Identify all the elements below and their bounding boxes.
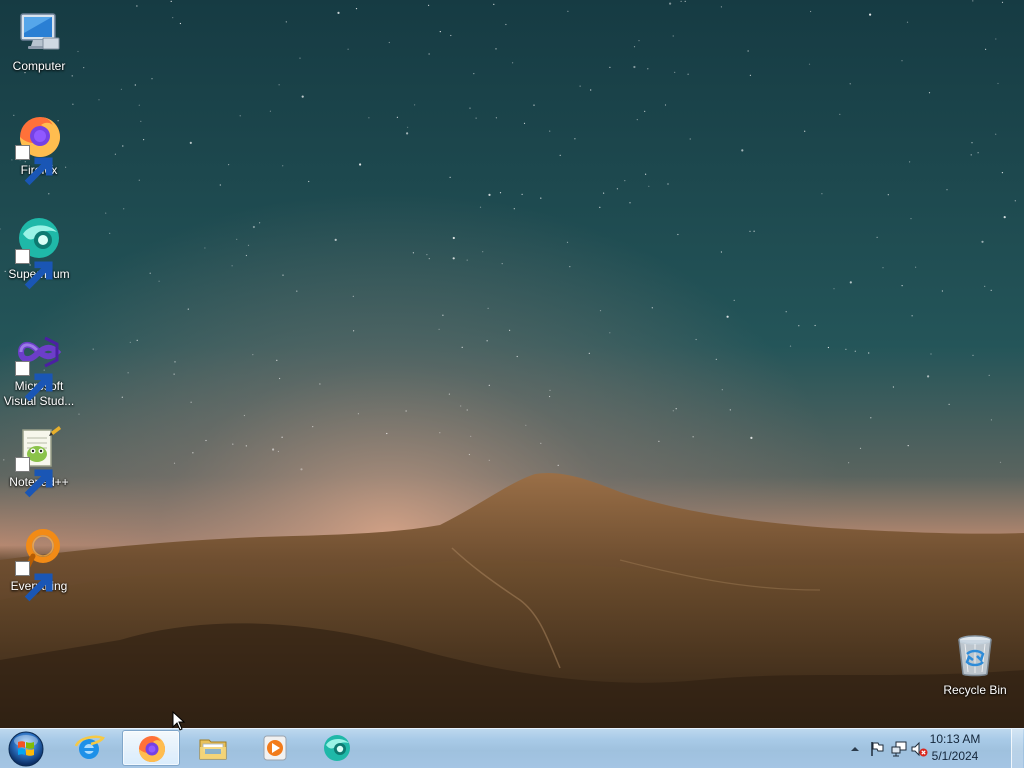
shortcut-arrow-icon: [15, 561, 53, 602]
supermium-icon: [321, 732, 353, 764]
show-desktop-button[interactable]: [1011, 729, 1023, 768]
taskbar-clock[interactable]: 10:13 AM 5/1/2024: [920, 731, 990, 767]
file-explorer-icon: [197, 732, 229, 764]
desktop-icon-label: Computer: [12, 59, 66, 73]
shortcut-arrow-icon: [15, 249, 53, 290]
windows-start-icon: [8, 731, 44, 767]
action-center-flag-icon[interactable]: [868, 740, 886, 758]
clock-date: 5/1/2024: [931, 749, 979, 763]
taskbar-button-media-player[interactable]: [246, 730, 304, 766]
taskbar-button-internet-explorer[interactable]: [60, 730, 118, 766]
network-icon[interactable]: [890, 740, 908, 758]
firefox-icon: [15, 112, 63, 186]
desktop-icon-notepadplusplus[interactable]: Notepad++: [0, 424, 78, 498]
taskbar-button-file-explorer[interactable]: [184, 730, 242, 766]
supermium-icon: [15, 216, 63, 290]
media-player-icon: [259, 732, 291, 764]
notepadplusplus-icon: [15, 424, 63, 498]
desktop-icon-firefox[interactable]: Firefox: [0, 112, 78, 186]
mouse-cursor-icon: [172, 711, 186, 731]
taskbar: 10:13 AM 5/1/2024: [0, 728, 1024, 768]
desktop-icon-area: Computer Firefox Supermium Microsoft Vis…: [0, 0, 1024, 728]
shortcut-arrow-icon: [15, 145, 53, 186]
visual-studio-icon: [15, 328, 63, 402]
desktop-icon-visual-studio[interactable]: Microsoft Visual Stud...: [0, 328, 78, 409]
show-hidden-icons-icon[interactable]: [846, 740, 864, 758]
taskbar-button-supermium[interactable]: [308, 730, 366, 766]
everything-icon: [15, 528, 63, 602]
desktop-icon-recycle-bin[interactable]: Recycle Bin: [936, 632, 1014, 698]
firefox-icon: [136, 733, 168, 765]
shortcut-arrow-icon: [15, 361, 53, 402]
desktop[interactable]: Computer Firefox Supermium Microsoft Vis…: [0, 0, 1024, 768]
start-button[interactable]: [4, 730, 48, 768]
desktop-icon-supermium[interactable]: Supermium: [0, 216, 78, 290]
shortcut-arrow-icon: [15, 457, 53, 498]
taskbar-button-firefox[interactable]: [122, 730, 180, 766]
recycle-bin-icon: [951, 632, 999, 680]
desktop-icon-computer[interactable]: Computer: [0, 8, 78, 74]
computer-icon: [15, 8, 63, 56]
system-tray: 10:13 AM 5/1/2024: [834, 729, 1024, 768]
desktop-icon-everything[interactable]: Everything: [0, 528, 78, 602]
clock-time: 10:13 AM: [929, 732, 981, 746]
desktop-icon-label: Recycle Bin: [943, 683, 1007, 697]
internet-explorer-icon: [73, 732, 105, 764]
